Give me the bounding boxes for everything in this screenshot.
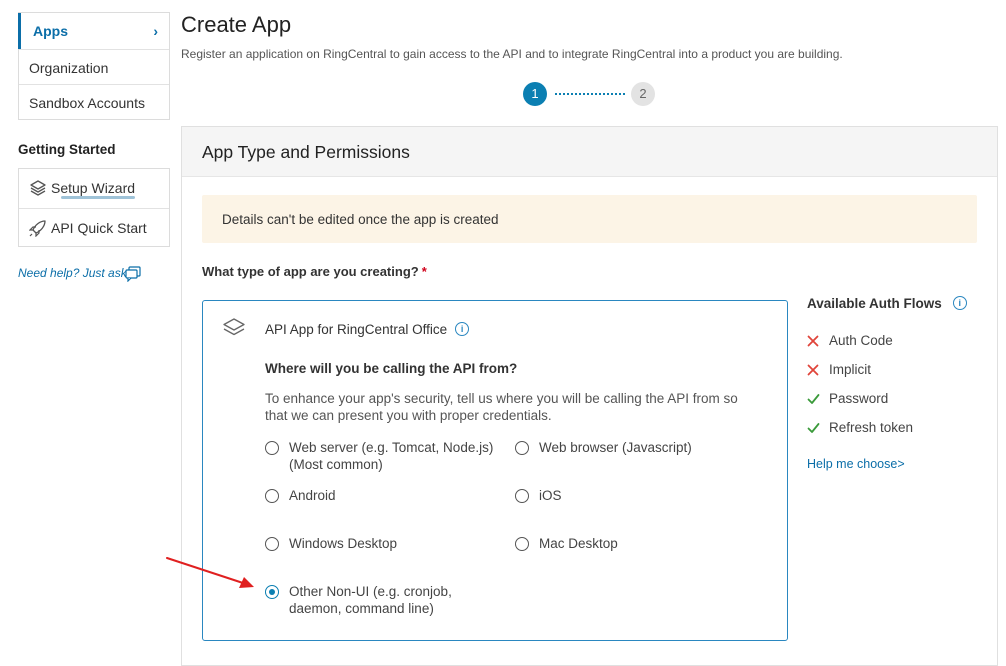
help-link-label: Need help? Just ask [18,266,127,280]
sidebar-item-sandbox-accounts[interactable]: Sandbox Accounts [19,84,169,120]
layers-icon [223,318,245,336]
help-link[interactable]: Need help? Just ask [18,266,141,282]
auth-flow-password: Password [829,391,889,406]
sidebar-item-label: Sandbox Accounts [29,95,145,111]
option-label: Android [289,488,336,503]
panel-header: App Type and Permissions [182,127,997,177]
chevron-right-icon: › [153,23,158,39]
auth-flow-auth-code: Auth Code [829,333,893,348]
option-label: Windows Desktop [289,536,398,551]
setup-wizard-underline [61,196,135,199]
radio-web-server[interactable] [265,441,279,455]
option-mac-desktop[interactable]: Mac Desktop [539,535,618,552]
api-quick-start-label: API Quick Start [51,220,147,236]
option-sublabel: daemon, command line) [289,601,434,616]
edit-warning-notice: Details can't be edited once the app is … [202,195,977,243]
platform-question: Where will you be calling the API from? [265,361,518,376]
step-1-indicator: 1 [523,82,547,106]
option-android[interactable]: Android [289,487,336,504]
radio-windows-desktop[interactable] [265,537,279,551]
option-sublabel: (Most common) [289,457,383,472]
chat-icon [125,266,141,282]
panel-title: App Type and Permissions [202,142,410,162]
platform-description: To enhance your app's security, tell us … [265,391,738,423]
auth-flows-title: Available Auth Flows i [807,296,967,311]
app-type-title: API App for RingCentral Office i [265,322,470,337]
option-other-non-ui[interactable]: Other Non-UI (e.g. cronjob, daemon, comm… [289,583,452,617]
check-icon [807,423,820,433]
question-label: What type of app are you creating? [202,264,419,279]
getting-started-list: Setup Wizard API Quick Start [18,168,170,247]
rocket-icon [29,220,46,237]
sidebar-item-apps[interactable]: Apps › [18,13,168,49]
getting-started-heading: Getting Started [18,142,116,157]
x-icon [807,335,819,347]
setup-wizard-label: Setup Wizard [51,180,136,196]
sidebar-item-label: Organization [29,60,109,76]
step-connector [555,93,625,95]
radio-mac-desktop[interactable] [515,537,529,551]
option-label: Web server (e.g. Tomcat, Node.js) [289,440,494,455]
app-type-question: What type of app are you creating? * [202,264,427,279]
info-icon[interactable]: i [455,322,470,337]
auth-flows-label: Available Auth Flows [807,296,942,311]
option-label: iOS [539,488,562,503]
x-icon [807,364,819,376]
notice-text: Details can't be edited once the app is … [222,212,499,227]
option-ios[interactable]: iOS [539,487,562,504]
option-label: Other Non-UI (e.g. cronjob, [289,584,452,599]
sidebar-item-organization[interactable]: Organization [19,49,169,85]
page-subtitle: Register an application on RingCentral t… [181,47,843,61]
option-web-server[interactable]: Web server (e.g. Tomcat, Node.js) (Most … [289,439,493,473]
help-me-choose-link[interactable]: Help me choose> [807,457,905,471]
option-windows-desktop[interactable]: Windows Desktop [289,535,397,552]
required-marker: * [421,264,427,279]
radio-web-browser[interactable] [515,441,529,455]
option-web-browser[interactable]: Web browser (Javascript) [539,439,692,456]
radio-ios[interactable] [515,489,529,503]
annotation-arrow-icon [166,557,254,588]
info-icon[interactable]: i [952,296,967,311]
sidebar-item-label: Apps [33,23,68,39]
page-title: Create App [181,12,292,37]
api-quick-start-link[interactable]: API Quick Start [19,208,169,247]
option-label: Web browser (Javascript) [539,440,692,455]
check-icon [807,394,820,404]
setup-wizard-link[interactable]: Setup Wizard [19,169,169,208]
radio-other-non-ui[interactable] [265,585,279,599]
radio-android[interactable] [265,489,279,503]
app-type-label: API App for RingCentral Office [265,322,448,337]
sidebar-nav: Apps › Organization Sandbox Accounts [18,12,170,120]
layers-icon [30,180,46,196]
option-label: Mac Desktop [539,536,618,551]
auth-flow-implicit: Implicit [829,362,872,377]
auth-flow-refresh-token: Refresh token [829,420,914,435]
step-2-indicator: 2 [631,82,655,106]
